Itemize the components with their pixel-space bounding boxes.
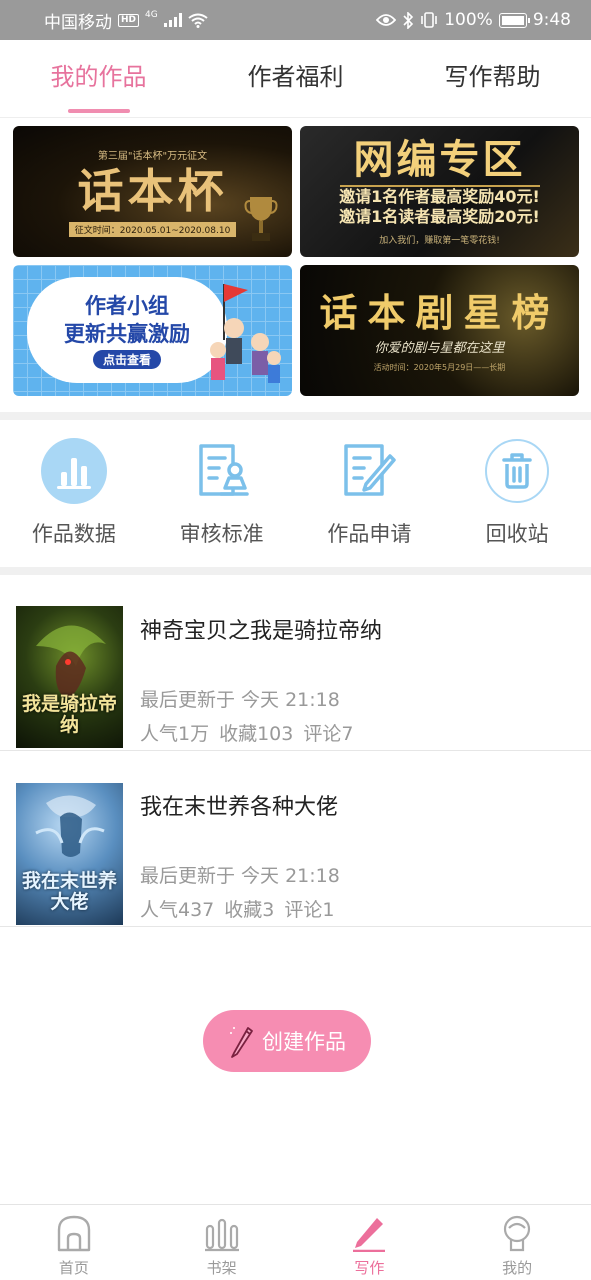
banner-author-group-card: 作者小组 更新共赢激励 点击查看 — [27, 277, 227, 383]
work-stats: 人气1万 收藏103 评论7 — [140, 719, 353, 746]
quick-actions: 作品数据 审核标准 作品申请 回收站 — [0, 421, 591, 567]
review-standard-icon — [189, 438, 255, 504]
action-recycle-bin-label: 回收站 — [485, 522, 549, 546]
banner-editor-zone-title: 网编专区 — [339, 137, 540, 187]
work-updated: 最后更新于 今天 21:18 — [140, 865, 340, 887]
signal-icon — [163, 13, 182, 27]
vibrate-icon — [421, 12, 438, 28]
nav-writing[interactable]: 写作 — [296, 1205, 444, 1280]
nav-home[interactable]: 首页 — [0, 1205, 148, 1280]
create-work-button[interactable]: 创建作品 — [203, 1010, 371, 1072]
tab-my-works[interactable]: 我的作品 — [0, 40, 197, 117]
top-tabs: 我的作品 作者福利 写作帮助 — [0, 40, 591, 118]
kids-illustration-icon — [210, 284, 281, 383]
clock: 9:48 — [532, 10, 571, 30]
banner-editor-zone-footer: 加入我们，赚取第一笔零花钱! — [379, 236, 500, 246]
banner-huaben-cup[interactable]: 第三届"话本杯"万元征文 话本杯 征文时间：2020.05.01~2020.08… — [13, 126, 292, 257]
action-recycle-bin[interactable]: 回收站 — [443, 421, 591, 567]
nav-bookshelf[interactable]: 书架 — [148, 1205, 296, 1280]
banner-editor-zone-line1: 邀请1名作者最高奖励40元! — [339, 187, 540, 206]
action-work-application-label: 作品申请 — [327, 522, 412, 546]
banner-grid: 第三届"话本杯"万元征文 话本杯 征文时间：2020.05.01~2020.08… — [13, 126, 579, 396]
action-work-data[interactable]: 作品数据 — [0, 421, 148, 567]
banner-author-group[interactable]: 作者小组 更新共赢激励 点击查看 — [13, 265, 292, 396]
list-item[interactable]: 我是骑拉帝纳 神奇宝贝之我是骑拉帝纳 最后更新于 今天 21:18 人气1万 收… — [0, 575, 591, 751]
battery-icon — [498, 12, 530, 28]
work-popularity: 人气1万 — [140, 723, 210, 745]
banner-author-group-title2: 更新共赢激励 — [64, 321, 190, 346]
action-review-standard-label: 审核标准 — [179, 522, 264, 546]
bar-chart-icon — [40, 438, 107, 504]
banner-star-chart-footer: 活动时间：2020年5月29日——长期 — [373, 362, 506, 372]
work-updated: 最后更新于 今天 21:18 — [140, 689, 340, 711]
carrier-label: 中国移动 — [44, 12, 112, 33]
works-list: 我是骑拉帝纳 神奇宝贝之我是骑拉帝纳 最后更新于 今天 21:18 人气1万 收… — [0, 575, 591, 927]
banner-star-chart-title: 话本剧星榜 — [319, 289, 560, 335]
action-review-standard[interactable]: 审核标准 — [148, 421, 296, 567]
banner-author-group-button[interactable]: 点击查看 — [92, 349, 161, 369]
nav-home-label: 首页 — [58, 1259, 89, 1277]
pen-icon — [350, 1213, 388, 1253]
trash-icon — [484, 438, 550, 504]
work-comments: 评论7 — [303, 723, 354, 745]
banner-star-chart[interactable]: 话本剧星榜 你爱的剧与星都在这里 活动时间：2020年5月29日——长期 — [300, 265, 579, 396]
book-cover-title: 我在末世养大佬 — [21, 870, 117, 913]
status-bar: 中国移动 HD 4G 100% 9:48 — [0, 0, 591, 40]
work-comments: 评论1 — [284, 899, 335, 921]
tab-author-benefits[interactable]: 作者福利 — [197, 40, 394, 117]
home-icon — [55, 1213, 93, 1253]
banner-editor-zone[interactable]: 网编专区 邀请1名作者最高奖励40元! 邀请1名读者最高奖励20元! 加入我们，… — [300, 126, 579, 257]
section-divider — [0, 567, 591, 575]
work-title[interactable]: 神奇宝贝之我是骑拉帝纳 — [140, 613, 382, 645]
pencil-icon — [230, 1027, 253, 1058]
book-cover-title: 我是骑拉帝纳 — [21, 693, 117, 736]
eye-icon — [376, 14, 397, 26]
work-title[interactable]: 我在末世养各种大佬 — [140, 789, 338, 821]
banner-huaben-cup-subtitle: 第三届"话本杯"万元征文 — [97, 150, 208, 162]
create-work-label: 创建作品 — [262, 1030, 346, 1054]
banner-author-group-title1: 作者小组 — [85, 293, 169, 318]
action-work-application[interactable]: 作品申请 — [296, 421, 444, 567]
edit-document-icon — [336, 438, 402, 504]
nav-profile[interactable]: 我的 — [443, 1205, 591, 1280]
list-item[interactable]: 我在末世养大佬 我在末世养各种大佬 最后更新于 今天 21:18 人气437 收… — [0, 751, 591, 927]
battery-percent: 100% — [444, 10, 493, 30]
banner-editor-zone-line2: 邀请1名读者最高奖励20元! — [339, 207, 540, 226]
work-favorites: 收藏103 — [219, 723, 294, 745]
book-cover[interactable]: 我在末世养大佬 — [16, 783, 123, 925]
tab-writing-help[interactable]: 写作帮助 — [394, 40, 591, 117]
banner-huaben-cup-date: 征文时间：2020.05.01~2020.08.10 — [68, 221, 237, 237]
banner-star-chart-subtitle: 你爱的剧与星都在这里 — [374, 340, 505, 356]
banner-huaben-cup-title: 话本杯 — [77, 163, 228, 218]
work-stats: 人气437 收藏3 评论1 — [140, 895, 334, 922]
network-type: 4G — [145, 10, 158, 20]
bookshelf-icon — [203, 1213, 241, 1253]
book-cover[interactable]: 我是骑拉帝纳 — [16, 606, 123, 748]
trophy-icon — [244, 197, 278, 241]
work-popularity: 人气437 — [140, 899, 215, 921]
action-work-data-label: 作品数据 — [31, 522, 116, 546]
nav-profile-label: 我的 — [502, 1259, 533, 1277]
hd-badge: HD — [118, 13, 140, 27]
work-favorites: 收藏3 — [224, 899, 275, 921]
section-divider — [0, 412, 591, 420]
nav-writing-label: 写作 — [354, 1259, 385, 1277]
nav-bookshelf-label: 书架 — [206, 1259, 237, 1277]
bottom-nav: 首页 书架 写作 我的 — [0, 1204, 591, 1280]
wifi-icon — [188, 13, 208, 28]
profile-icon — [498, 1213, 536, 1253]
bluetooth-icon — [403, 11, 414, 29]
